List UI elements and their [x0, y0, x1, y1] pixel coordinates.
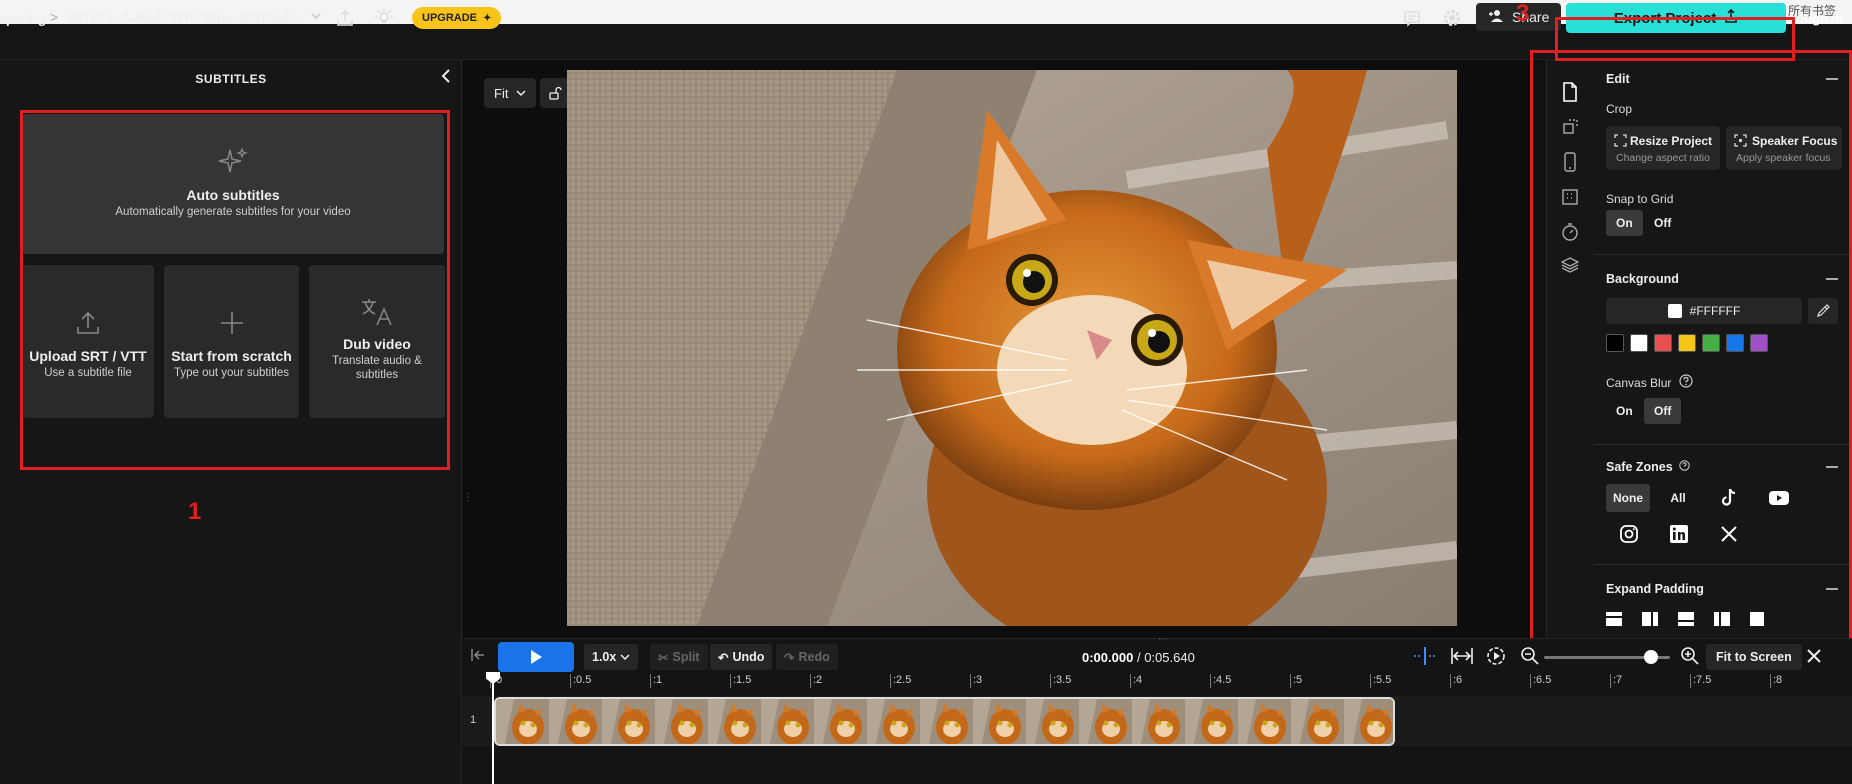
brand-link[interactable]: Kapwing [0, 10, 46, 26]
unlock-icon[interactable] [540, 78, 570, 108]
panel-resize-handle[interactable]: ⋮ [463, 492, 473, 503]
timeline-ruler[interactable]: :0:0.5:1:1.5:2:2.5:3:3.5:4:4.5:5:5.5:6:6… [490, 672, 1852, 690]
time-readout: 0:00.000 / 0:05.640 [1082, 650, 1195, 665]
comment-icon[interactable] [1402, 8, 1422, 33]
zoom-slider[interactable] [1544, 650, 1670, 664]
upload-icon[interactable] [335, 8, 355, 33]
ruler-tick: :1.5 [730, 674, 751, 688]
ruler-tick: :4 [1130, 674, 1142, 688]
ruler-tick: :1 [650, 674, 662, 688]
split-at-playhead-icon[interactable] [1412, 646, 1438, 671]
close-icon[interactable] [1806, 648, 1822, 669]
chevron-down-icon [516, 86, 526, 101]
ruler-tick: :0.5 [570, 674, 591, 688]
upgrade-button[interactable]: UPGRADE ✦ [412, 7, 502, 29]
ruler-tick: :8 [1770, 674, 1782, 688]
playhead[interactable] [492, 672, 494, 784]
annotation-number-1: 1 [188, 498, 202, 525]
fit-dropdown[interactable]: Fit [484, 78, 537, 108]
speed-label: 1.0x [592, 650, 617, 664]
redo-icon: ↷ [784, 650, 795, 665]
play-icon [531, 650, 542, 664]
ruler-tick: :4.5 [1210, 674, 1231, 688]
ruler-tick: :2.5 [890, 674, 911, 688]
fit-width-icon[interactable] [1450, 646, 1474, 671]
ruler-tick: :7 [1610, 674, 1622, 688]
project-name[interactable]: f67e7ac0-46a8-11f0-98be-00163e0... [70, 10, 304, 26]
lightbulb-icon[interactable] [374, 8, 394, 33]
total-time: 0:05.640 [1144, 650, 1195, 665]
annotation-box-1 [20, 110, 450, 470]
ruler-tick: :2 [810, 674, 822, 688]
zoom-slider-thumb[interactable] [1644, 650, 1658, 664]
split-button[interactable]: ✂ Split [650, 644, 708, 670]
breadcrumb-separator: > [50, 9, 59, 25]
ruler-tick: :3 [970, 674, 982, 688]
ruler-tick: :6.5 [1530, 674, 1551, 688]
undo-button[interactable]: ↶ Undo [710, 644, 773, 670]
drag-handle-icon[interactable]: ⋯ [1158, 634, 1168, 645]
playback-settings-icon[interactable] [1486, 646, 1506, 671]
split-label: Split [672, 650, 700, 664]
fit-label: Fit [494, 85, 509, 101]
video-clip[interactable] [494, 697, 1395, 746]
redo-button[interactable]: ↷ Redo [776, 644, 838, 670]
current-time: 0:00.000 [1082, 650, 1134, 665]
track-number: 1 [470, 714, 477, 726]
panel-title: SUBTITLES [195, 72, 267, 86]
fit-to-screen-button[interactable]: Fit to Screen [1706, 644, 1802, 670]
ruler-tick: :5 [1290, 674, 1302, 688]
play-button[interactable] [498, 642, 574, 672]
ruler-tick: :3.5 [1050, 674, 1071, 688]
time-separator: / [1136, 650, 1141, 665]
video-preview[interactable] [567, 70, 1457, 626]
sparkle-icon: ✦ [483, 12, 492, 24]
scissors-icon: ✂ [658, 650, 669, 665]
ruler-tick: :6 [1450, 674, 1462, 688]
undo-label: Undo [732, 650, 765, 664]
chevron-down-icon[interactable] [310, 10, 322, 25]
redo-label: Redo [798, 650, 830, 664]
upgrade-label: UPGRADE [422, 12, 478, 24]
add-person-icon [1488, 9, 1504, 26]
annotation-box-2 [1530, 50, 1852, 708]
gear-icon[interactable] [1442, 8, 1462, 33]
zoom-out-icon[interactable] [1520, 646, 1540, 671]
annotation-number-3: 3 [1516, 0, 1530, 27]
sign-in-link[interactable]: Sign In [1800, 11, 1843, 26]
skip-to-start-icon[interactable] [470, 648, 486, 667]
zoom-in-icon[interactable] [1680, 646, 1700, 671]
chevron-left-icon[interactable] [440, 68, 452, 89]
annotation-box-3 [1555, 17, 1795, 61]
speed-dropdown[interactable]: 1.0x [584, 644, 639, 670]
ruler-tick: :5.5 [1370, 674, 1391, 688]
chevron-down-icon [620, 654, 630, 661]
undo-icon: ↶ [718, 650, 729, 665]
ruler-tick: :7.5 [1690, 674, 1711, 688]
